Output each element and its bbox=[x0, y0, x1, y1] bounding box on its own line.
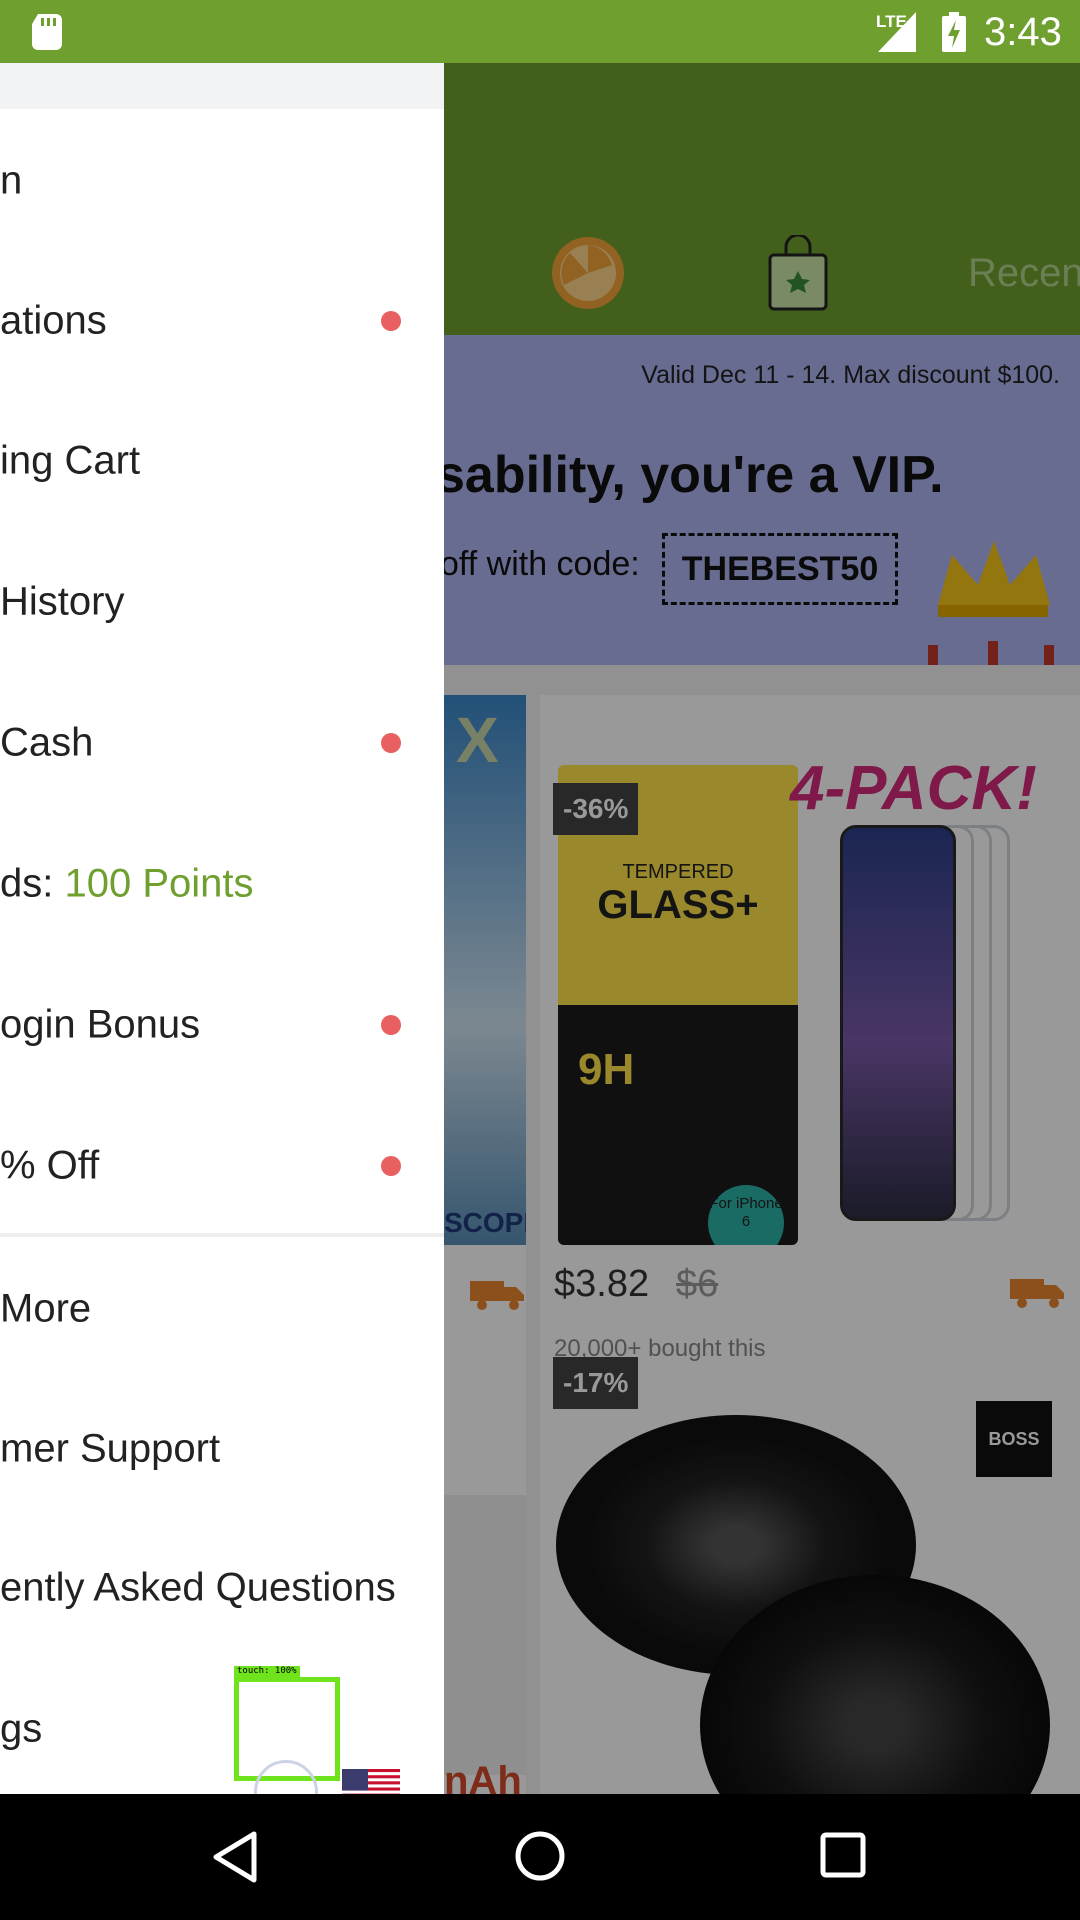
navigation-drawer: n ations ing Cart History Cash ds: 100 P… bbox=[0, 63, 444, 1794]
back-icon[interactable] bbox=[212, 1830, 258, 1884]
drawer-item-label: n bbox=[0, 158, 23, 203]
drawer-item-label: % Off bbox=[0, 1143, 100, 1188]
drawer-item-history[interactable]: History bbox=[0, 532, 444, 672]
drawer-item-faq[interactable]: ently Asked Questions bbox=[0, 1518, 444, 1658]
rewards-label: ds: bbox=[0, 861, 65, 906]
drawer-item-customer-support[interactable]: mer Support bbox=[0, 1379, 444, 1519]
drawer-item-label: History bbox=[0, 579, 125, 624]
notification-dot bbox=[381, 311, 401, 331]
notification-dot bbox=[381, 733, 401, 753]
drawer-item-label: More bbox=[0, 1286, 92, 1331]
drawer-header bbox=[0, 63, 444, 109]
recents-icon[interactable] bbox=[820, 1832, 866, 1878]
clock: 3:43 bbox=[984, 10, 1062, 54]
drawer-item-label: ations bbox=[0, 298, 107, 343]
notification-dot bbox=[381, 1015, 401, 1035]
notification-dot bbox=[381, 1156, 401, 1176]
battery-charging-icon bbox=[942, 12, 966, 52]
drawer-item-0[interactable]: n bbox=[0, 111, 444, 251]
drawer-item-percent-off[interactable]: % Off bbox=[0, 1096, 444, 1236]
drawer-item-label: mer Support bbox=[0, 1426, 221, 1471]
drawer-item-label: ently Asked Questions bbox=[0, 1565, 396, 1610]
drawer-item-label: ing Cart bbox=[0, 438, 141, 483]
drawer-item-notifications[interactable]: ations bbox=[0, 251, 444, 391]
drawer-item-login-bonus[interactable]: ogin Bonus bbox=[0, 955, 444, 1095]
sd-card-icon bbox=[32, 14, 62, 50]
drawer-item-rewards[interactable]: ds: 100 Points bbox=[0, 814, 444, 954]
touch-indicator-label: touch: 100% bbox=[234, 1666, 300, 1677]
us-flag-icon[interactable] bbox=[342, 1769, 400, 1794]
signal-icon bbox=[878, 12, 916, 52]
rewards-points: 100 Points bbox=[64, 861, 254, 906]
drawer-divider bbox=[0, 1233, 444, 1237]
system-nav-bar bbox=[0, 1794, 1080, 1920]
drawer-item-label: Cash bbox=[0, 720, 94, 765]
drawer-item-label: gs bbox=[0, 1706, 43, 1751]
drawer-item-label: ds: 100 Points bbox=[0, 862, 254, 907]
drawer-item-more[interactable]: More bbox=[0, 1239, 444, 1379]
drawer-item-cash[interactable]: Cash bbox=[0, 673, 444, 813]
home-icon[interactable] bbox=[514, 1830, 566, 1882]
drawer-item-label: ogin Bonus bbox=[0, 1002, 201, 1047]
status-bar: LTE 3:43 bbox=[0, 0, 1080, 63]
drawer-item-shopping-cart[interactable]: ing Cart bbox=[0, 391, 444, 531]
